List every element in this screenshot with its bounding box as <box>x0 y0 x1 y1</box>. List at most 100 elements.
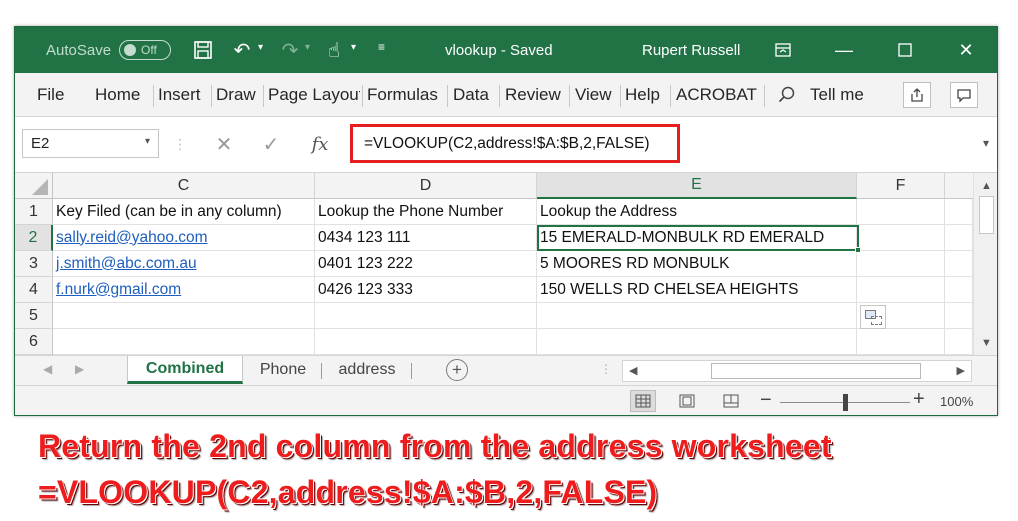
cell-c1[interactable]: Key Filed (can be in any column) <box>53 199 315 225</box>
ribbon-display-options-icon[interactable] <box>760 27 806 73</box>
row-header-6[interactable]: 6 <box>15 329 53 355</box>
row-header-3[interactable]: 3 <box>15 251 53 277</box>
tab-insert[interactable]: Insert <box>158 73 201 117</box>
enter-check-icon[interactable]: ✓ <box>258 131 284 157</box>
cell-d2[interactable]: 0434 123 111 <box>315 225 537 251</box>
zoom-level[interactable]: 100% <box>940 394 973 409</box>
tab-file[interactable]: File <box>37 73 64 117</box>
cell-f3[interactable] <box>857 251 945 277</box>
select-all-corner[interactable] <box>15 173 53 199</box>
autosave-toggle[interactable]: Off <box>119 40 171 60</box>
cell-d4[interactable]: 0426 123 333 <box>315 277 537 303</box>
expand-formula-bar-icon[interactable]: ▾ <box>983 136 989 150</box>
name-box[interactable]: E2 ▾ <box>22 129 159 158</box>
cell-g5[interactable] <box>945 303 973 329</box>
scroll-up-icon[interactable]: ▲ <box>981 180 992 192</box>
cell-f4[interactable] <box>857 277 945 303</box>
touch-mode-icon[interactable]: ☝ <box>322 38 346 62</box>
add-sheet-icon[interactable]: + <box>446 359 468 381</box>
page-break-preview-icon[interactable] <box>718 390 744 412</box>
cell-g1[interactable] <box>945 199 973 225</box>
cell-d1[interactable]: Lookup the Phone Number <box>315 199 537 225</box>
maximize-icon[interactable] <box>882 27 928 73</box>
tab-draw[interactable]: Draw <box>216 73 256 117</box>
column-header-d[interactable]: D <box>315 173 537 199</box>
undo-dropdown-icon[interactable]: ▾ <box>258 42 263 53</box>
next-sheet-icon[interactable]: ▶ <box>75 362 84 376</box>
user-name[interactable]: Rupert Russell <box>642 27 740 73</box>
undo-icon[interactable]: ↶ <box>230 38 254 62</box>
cell-g3[interactable] <box>945 251 973 277</box>
cell-d6[interactable] <box>315 329 537 355</box>
cell-f6[interactable] <box>857 329 945 355</box>
insert-function-icon[interactable]: fx <box>307 131 333 157</box>
column-header-c[interactable]: C <box>53 173 315 199</box>
vertical-scroll-thumb[interactable] <box>979 196 994 234</box>
cell-e2[interactable]: 15 EMERALD-MONBULK RD EMERALD <box>537 225 857 251</box>
row-header-2[interactable]: 2 <box>15 225 53 251</box>
row-header-5[interactable]: 5 <box>15 303 53 329</box>
cell-c4-email-link[interactable]: f.nurk@gmail.com <box>53 277 315 303</box>
tab-formulas[interactable]: Formulas <box>367 73 438 117</box>
scroll-left-icon[interactable]: ◀ <box>629 364 637 377</box>
cell-e5[interactable] <box>537 303 857 329</box>
tab-data[interactable]: Data <box>453 73 489 117</box>
cell-e6[interactable] <box>537 329 857 355</box>
cell-d3[interactable]: 0401 123 222 <box>315 251 537 277</box>
paste-options-icon[interactable] <box>860 305 886 329</box>
tab-page-layout[interactable]: Page Layout <box>268 73 360 117</box>
tell-me-search[interactable]: Tell me <box>810 73 864 117</box>
cell-f2[interactable] <box>857 225 945 251</box>
tab-review[interactable]: Review <box>505 73 561 117</box>
normal-view-icon[interactable] <box>630 390 656 412</box>
minimize-icon[interactable]: — <box>821 27 867 73</box>
scroll-down-icon[interactable]: ▼ <box>981 337 992 349</box>
redo-icon[interactable]: ↷ <box>278 38 302 62</box>
zoom-out-icon[interactable]: − <box>760 389 772 412</box>
zoom-in-icon[interactable]: + <box>913 388 925 411</box>
fill-handle[interactable] <box>855 247 861 253</box>
cell-e3[interactable]: 5 MOORES RD MONBULK <box>537 251 857 277</box>
row-header-1[interactable]: 1 <box>15 199 53 225</box>
cell-c2-email-link[interactable]: sally.reid@yahoo.com <box>53 225 315 251</box>
cell-g6[interactable] <box>945 329 973 355</box>
row-header-4[interactable]: 4 <box>15 277 53 303</box>
horizontal-scroll-thumb[interactable] <box>711 363 921 379</box>
cell-g4[interactable] <box>945 277 973 303</box>
cell-g2[interactable] <box>945 225 973 251</box>
cell-d5[interactable] <box>315 303 537 329</box>
zoom-slider-thumb[interactable] <box>843 394 848 411</box>
search-icon[interactable] <box>778 73 796 117</box>
cell-e4[interactable]: 150 WELLS RD CHELSEA HEIGHTS <box>537 277 857 303</box>
close-icon[interactable]: ✕ <box>943 27 989 73</box>
tab-home[interactable]: Home <box>95 73 140 117</box>
tab-split-handle-icon[interactable]: ⋮ <box>600 362 612 376</box>
customize-qat-icon[interactable]: ≡ <box>378 40 385 54</box>
vertical-scrollbar[interactable]: ▲ ▼ <box>973 173 997 355</box>
page-layout-view-icon[interactable] <box>674 390 700 412</box>
cell-c5[interactable] <box>53 303 315 329</box>
column-header-next[interactable] <box>945 173 973 199</box>
cell-e1[interactable]: Lookup the Address <box>537 199 857 225</box>
cell-f1[interactable] <box>857 199 945 225</box>
sheet-tab-phone[interactable]: Phone <box>247 356 319 384</box>
scroll-right-icon[interactable]: ▶ <box>957 364 965 377</box>
save-icon[interactable] <box>191 38 215 62</box>
tab-view[interactable]: View <box>575 73 612 117</box>
column-header-e[interactable]: E <box>537 173 857 199</box>
sheet-tab-address[interactable]: address <box>325 356 409 384</box>
sheet-tab-combined[interactable]: Combined <box>127 356 243 384</box>
redo-dropdown-icon[interactable]: ▾ <box>305 42 310 53</box>
touch-mode-dropdown-icon[interactable]: ▾ <box>351 42 356 53</box>
horizontal-scrollbar[interactable]: ◀ ▶ <box>622 360 972 382</box>
cell-c6[interactable] <box>53 329 315 355</box>
comments-icon[interactable] <box>950 82 978 108</box>
tab-acrobat[interactable]: ACROBAT <box>676 73 757 117</box>
prev-sheet-icon[interactable]: ◀ <box>43 362 52 376</box>
column-header-f[interactable]: F <box>857 173 945 199</box>
cancel-icon[interactable]: ✕ <box>211 131 237 157</box>
share-icon[interactable] <box>903 82 931 108</box>
tab-help[interactable]: Help <box>625 73 660 117</box>
chevron-down-icon[interactable]: ▾ <box>145 136 150 147</box>
cell-c3-email-link[interactable]: j.smith@abc.com.au <box>53 251 315 277</box>
